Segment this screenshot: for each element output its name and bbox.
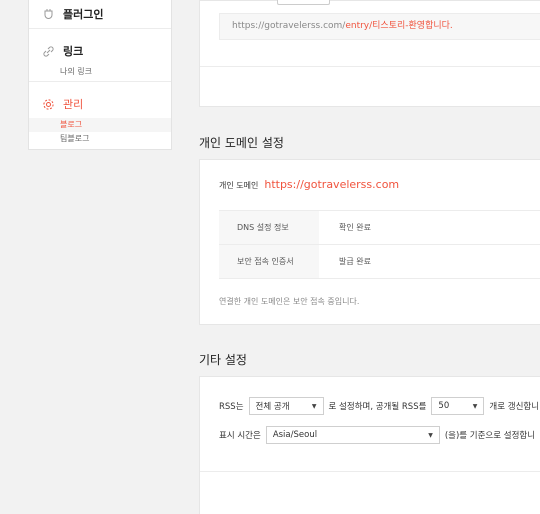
sidebar-item-manage[interactable]: 관리 [29, 90, 171, 118]
sidebar-subitem-blog[interactable]: 블로그 [29, 118, 171, 132]
table-key: 보안 접속 인증서 [219, 245, 319, 278]
sidebar-item-plugin[interactable]: 플러그인 [29, 0, 171, 28]
rss-middle: 로 설정하며, 공개될 RSS를 [328, 402, 427, 412]
page: 플러그인 링크 나의 링크 관리 블로그 팀블로그 https://gotrav… [0, 0, 540, 514]
url-highlight: entry/티스토리-환영합니다. [345, 21, 453, 31]
rss-prefix: RSS는 [219, 402, 244, 412]
rss-visibility-select[interactable]: 전체 공개 ▼ [248, 397, 324, 415]
chevron-down-icon: ▼ [428, 431, 433, 439]
section-title-domain: 개인 도메인 설정 [199, 136, 284, 150]
time-suffix: (을)를 기준으로 설정합니 [444, 431, 536, 441]
table-row: 보안 접속 인증서 발급 완료 [219, 245, 540, 279]
timezone-select[interactable]: Asia/Seoul ▼ [265, 426, 440, 444]
sidebar-item-label: 관리 [63, 98, 84, 111]
rss-row: RSS는 전체 공개 ▼ 로 설정하며, 공개될 RSS를 50 ▼ 개로 갱신… [219, 397, 539, 415]
rss-suffix: 개로 갱신합니 [489, 402, 540, 412]
select-value: 50 [438, 401, 450, 411]
sidebar-group-link: 링크 나의 링크 [29, 29, 171, 81]
time-prefix: 표시 시간은 [219, 431, 261, 441]
chevron-down-icon: ▼ [472, 402, 478, 410]
select-value: Asia/Seoul [272, 430, 318, 440]
sidebar-group-plugin: 플러그인 [29, 0, 171, 28]
domain-card: 개인 도메인 https://gotravelerss.com DNS 설정 정… [199, 159, 540, 325]
table-row: DNS 설정 정보 확인 완료 [219, 211, 540, 245]
link-icon [41, 44, 55, 58]
url-prefix: https://gotravelerss.com/ [232, 21, 346, 31]
etc-card: RSS는 전체 공개 ▼ 로 설정하며, 공개될 RSS를 50 ▼ 개로 갱신… [199, 376, 540, 514]
domain-value-link[interactable]: https://gotravelerss.com [264, 178, 399, 191]
plugin-icon [41, 7, 55, 21]
domain-note: 연결한 개인 도메인은 보안 접속 중입니다. [219, 297, 360, 306]
sidebar-item-label: 플러그인 [63, 8, 104, 21]
divider [200, 66, 540, 67]
domain-label: 개인 도메인 [219, 181, 259, 190]
chevron-down-icon: ▼ [311, 402, 317, 410]
sidebar-group-manage: 관리 블로그 팀블로그 [29, 82, 171, 146]
sidebar-subitem-team-blog[interactable]: 팀블로그 [29, 132, 171, 146]
sidebar-item-link[interactable]: 링크 [29, 37, 171, 65]
time-row: 표시 시간은 Asia/Seoul ▼ (을)를 기준으로 설정합니 [219, 426, 535, 444]
blog-address-card: https://gotravelerss.com/entry/티스토리-환영합니… [199, 0, 540, 107]
sidebar: 플러그인 링크 나의 링크 관리 블로그 팀블로그 [28, 0, 172, 150]
sidebar-item-label: 링크 [63, 45, 84, 58]
divider [200, 471, 540, 472]
gear-icon [41, 97, 55, 111]
table-value: 확인 완료 [339, 223, 371, 232]
domain-info-table: DNS 설정 정보 확인 완료 보안 접속 인증서 발급 완료 [219, 210, 540, 279]
sidebar-subitem-my-link[interactable]: 나의 링크 [29, 65, 171, 79]
rss-count-select[interactable]: 50 ▼ [431, 397, 485, 415]
post-url-preview: https://gotravelerss.com/entry/티스토리-환영합니… [219, 13, 540, 40]
partial-input[interactable] [277, 0, 330, 5]
table-value: 발급 완료 [339, 257, 371, 266]
select-value: 전체 공개 [255, 402, 290, 412]
section-title-etc: 기타 설정 [199, 353, 247, 367]
domain-row: 개인 도메인 https://gotravelerss.com [219, 178, 399, 191]
table-key: DNS 설정 정보 [219, 211, 319, 244]
